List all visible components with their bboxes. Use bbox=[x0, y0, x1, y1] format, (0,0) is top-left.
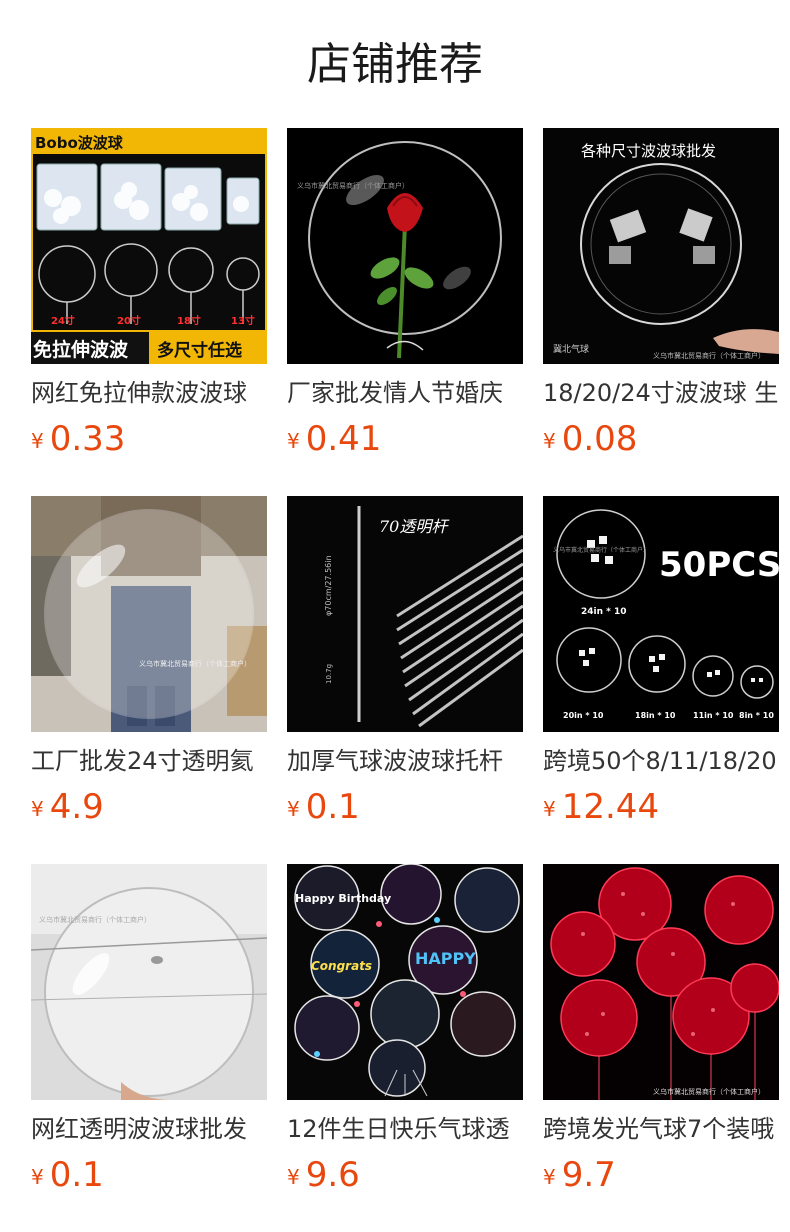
image-text: 义乌市冀北贸易商行（个体工商户） bbox=[553, 546, 649, 554]
price-value: 0.1 bbox=[49, 1155, 104, 1195]
product-card[interactable]: 义乌市冀北贸易商行（个体工商户） 工厂批发24寸透明氦 ¥4.9 bbox=[31, 496, 267, 836]
currency-symbol: ¥ bbox=[287, 429, 300, 453]
currency-symbol: ¥ bbox=[543, 429, 556, 453]
image-text: 20寸 bbox=[117, 314, 141, 327]
price-value: 0.08 bbox=[561, 419, 638, 459]
price-value: 4.9 bbox=[49, 787, 104, 827]
product-image[interactable]: 义乌市冀北贸易商行（个体工商户） bbox=[31, 496, 267, 732]
product-card[interactable]: 各种尺寸波波球批发 冀北气球 义乌市冀北贸易商行（个体工商户） 18/20/24… bbox=[543, 128, 779, 468]
product-image[interactable]: 义乌市冀北贸易商行（个体工商户） bbox=[543, 864, 779, 1100]
image-text: 24in * 10 bbox=[581, 607, 627, 617]
image-text: 50PCS bbox=[659, 545, 779, 585]
image-text: 各种尺寸波波球批发 bbox=[581, 142, 716, 160]
image-text: Bobo波波球 bbox=[35, 134, 124, 152]
product-name[interactable]: 12件生日快乐气球透 bbox=[287, 1112, 523, 1148]
image-text: 免拉伸波波 bbox=[33, 338, 129, 361]
image-text: 义乌市冀北贸易商行（个体工商户） bbox=[39, 915, 151, 924]
currency-symbol: ¥ bbox=[31, 797, 44, 821]
product-image[interactable]: 70透明杆 φ70cm/27.56in 10.7g bbox=[287, 496, 523, 732]
product-price: ¥0.08 bbox=[543, 416, 637, 462]
section-title: 店铺推荐 bbox=[307, 39, 483, 90]
image-text: 20in * 10 bbox=[563, 711, 604, 720]
product-name[interactable]: 18/20/24寸波波球 生 bbox=[543, 376, 779, 412]
product-image[interactable]: Happy Birthday Congrats HAPPY bbox=[287, 864, 523, 1100]
currency-symbol: ¥ bbox=[287, 797, 300, 821]
product-price: ¥0.1 bbox=[31, 1152, 104, 1198]
product-image[interactable]: Bobo波波球 24寸 20寸 18寸 13寸 免拉伸波波 多尺寸任选 bbox=[31, 128, 267, 364]
image-text: 24寸 bbox=[51, 314, 75, 327]
product-card[interactable]: 义乌市冀北贸易商行（个体工商户） 跨境发光气球7个装哦 ¥9.7 bbox=[543, 864, 779, 1204]
product-name[interactable]: 加厚气球波波球托杆 bbox=[287, 744, 523, 780]
image-text: 70透明杆 bbox=[379, 517, 450, 536]
image-text: 10.7g bbox=[325, 664, 333, 684]
image-text: 18寸 bbox=[177, 314, 201, 327]
product-price: ¥4.9 bbox=[31, 784, 104, 830]
product-card[interactable]: Bobo波波球 24寸 20寸 18寸 13寸 免拉伸波波 多尺寸任选 网红免拉… bbox=[31, 128, 267, 468]
image-text: 18in * 10 bbox=[635, 711, 676, 720]
image-text: Congrats bbox=[311, 959, 372, 973]
product-price: ¥9.7 bbox=[543, 1152, 616, 1198]
image-text: Happy Birthday bbox=[295, 892, 391, 905]
product-name[interactable]: 跨境发光气球7个装哦 bbox=[543, 1112, 779, 1148]
price-value: 0.41 bbox=[305, 419, 382, 459]
product-price: ¥12.44 bbox=[543, 784, 659, 830]
product-price: ¥9.6 bbox=[287, 1152, 360, 1198]
product-card[interactable]: 义乌市冀北贸易商行（个体工商户） 网红透明波波球批发 ¥0.1 bbox=[31, 864, 267, 1204]
image-text: 11in * 10 bbox=[693, 711, 734, 720]
price-value: 12.44 bbox=[561, 787, 660, 827]
price-value: 0.33 bbox=[49, 419, 126, 459]
image-text: 多尺寸任选 bbox=[157, 340, 242, 361]
product-image[interactable]: 各种尺寸波波球批发 冀北气球 义乌市冀北贸易商行（个体工商户） bbox=[543, 128, 779, 364]
product-card[interactable]: 50PCS 24in * 10 20in * 10 18in * 10 11in… bbox=[543, 496, 779, 836]
image-text: 义乌市冀北贸易商行（个体工商户） bbox=[297, 181, 409, 190]
currency-symbol: ¥ bbox=[31, 1165, 44, 1189]
price-value: 9.7 bbox=[561, 1155, 616, 1195]
image-text: φ70cm/27.56in bbox=[324, 555, 333, 616]
currency-symbol: ¥ bbox=[543, 797, 556, 821]
currency-symbol: ¥ bbox=[31, 429, 44, 453]
product-image[interactable]: 义乌市冀北贸易商行（个体工商户） bbox=[31, 864, 267, 1100]
product-name[interactable]: 跨境50个8/11/18/20 bbox=[543, 744, 779, 780]
image-text: 13寸 bbox=[231, 314, 255, 327]
image-text: HAPPY bbox=[415, 949, 476, 968]
image-text: 义乌市冀北贸易商行（个体工商户） bbox=[139, 659, 251, 668]
product-price: ¥0.33 bbox=[31, 416, 125, 462]
image-text: 冀北气球 bbox=[553, 343, 589, 355]
image-text: 义乌市冀北贸易商行（个体工商户） bbox=[653, 1087, 765, 1096]
product-card[interactable]: 义乌市冀北贸易商行（个体工商户） 厂家批发情人节婚庆 ¥0.41 bbox=[287, 128, 523, 468]
image-text: 义乌市冀北贸易商行（个体工商户） bbox=[653, 351, 765, 360]
product-card[interactable]: Happy Birthday Congrats HAPPY 12件生日快乐气球透… bbox=[287, 864, 523, 1204]
product-price: ¥0.1 bbox=[287, 784, 360, 830]
currency-symbol: ¥ bbox=[287, 1165, 300, 1189]
product-image[interactable]: 50PCS 24in * 10 20in * 10 18in * 10 11in… bbox=[543, 496, 779, 732]
product-image[interactable]: 义乌市冀北贸易商行（个体工商户） bbox=[287, 128, 523, 364]
product-price: ¥0.41 bbox=[287, 416, 381, 462]
product-name[interactable]: 网红免拉伸款波波球 bbox=[31, 376, 267, 412]
price-value: 0.1 bbox=[305, 787, 360, 827]
product-name[interactable]: 网红透明波波球批发 bbox=[31, 1112, 267, 1148]
product-card[interactable]: 70透明杆 φ70cm/27.56in 10.7g 加厚气球波波球托杆 ¥0.1 bbox=[287, 496, 523, 836]
currency-symbol: ¥ bbox=[543, 1165, 556, 1189]
product-name[interactable]: 工厂批发24寸透明氦 bbox=[31, 744, 267, 780]
product-name[interactable]: 厂家批发情人节婚庆 bbox=[287, 376, 523, 412]
price-value: 9.6 bbox=[305, 1155, 360, 1195]
image-text: 8in * 10 bbox=[739, 711, 774, 720]
